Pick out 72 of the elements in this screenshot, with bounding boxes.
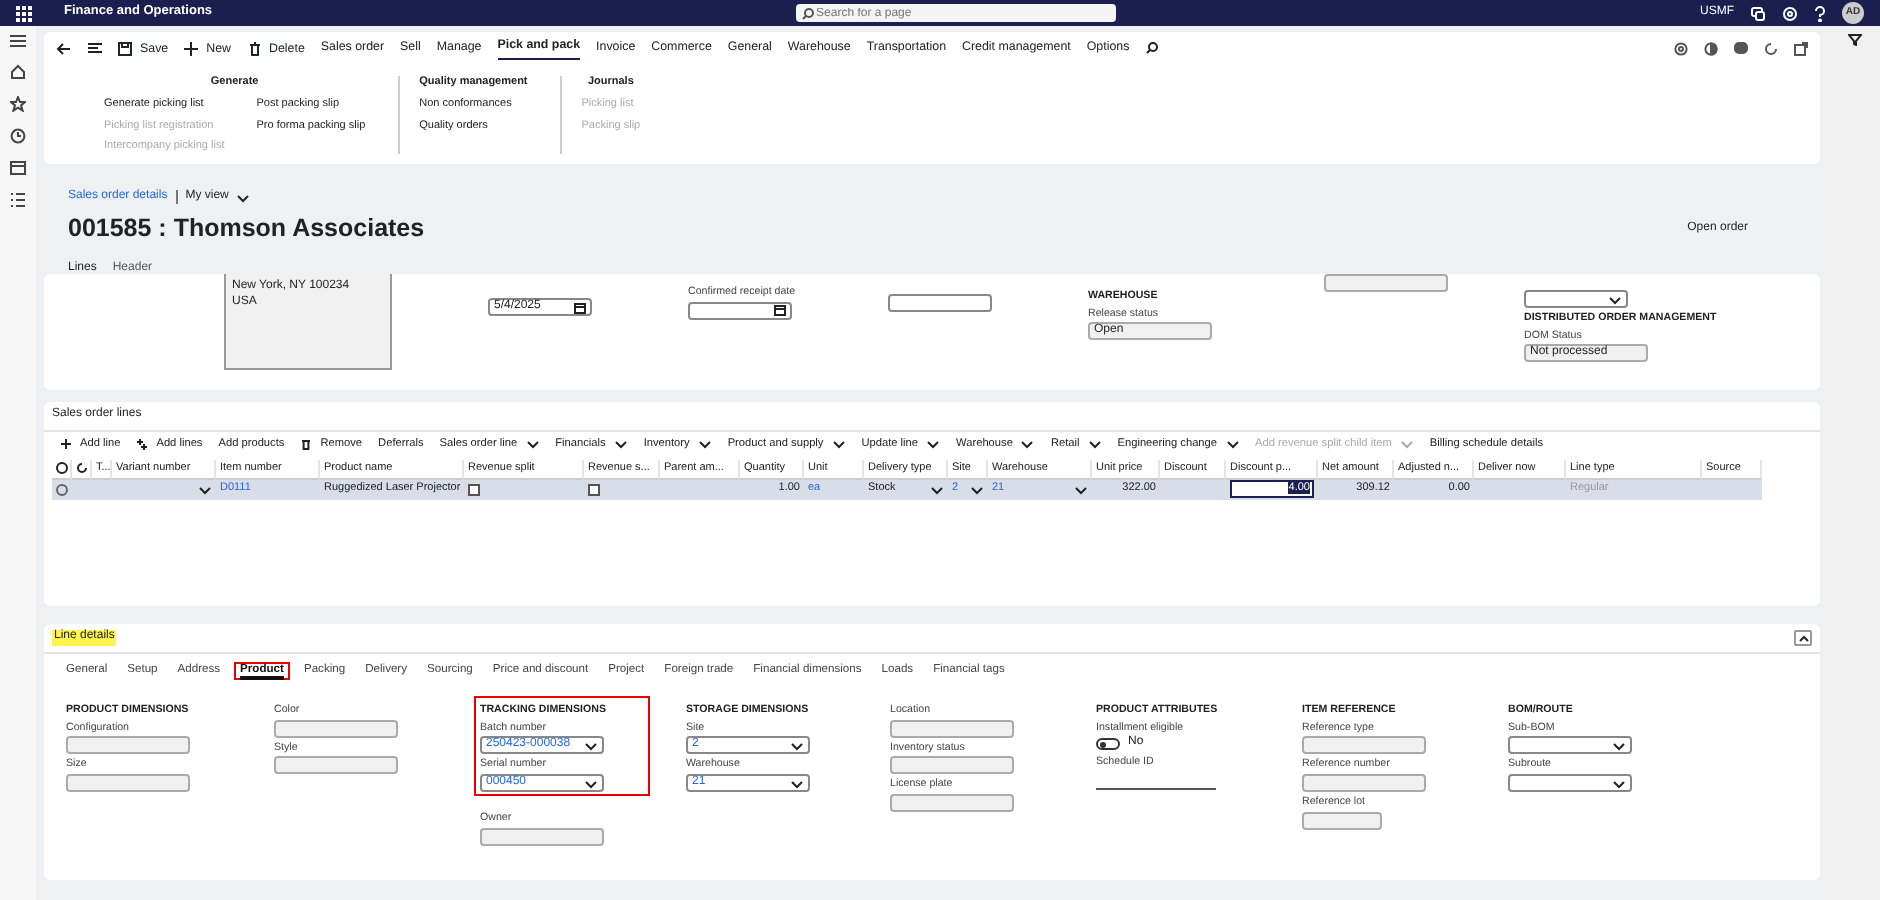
caret-icon xyxy=(926,437,941,450)
caret-icon xyxy=(1074,483,1088,496)
popout-icon[interactable] xyxy=(1794,41,1808,56)
input-field xyxy=(480,827,604,846)
caret-icon xyxy=(1608,293,1622,305)
caret-icon xyxy=(198,483,212,496)
list-icon[interactable] xyxy=(88,42,102,55)
dropdown-field[interactable] xyxy=(1524,290,1628,308)
input-field xyxy=(66,774,190,793)
chevron-up-icon xyxy=(1797,634,1809,642)
checkbox[interactable] xyxy=(468,483,480,496)
caret-icon xyxy=(1225,437,1240,450)
caret-icon xyxy=(1087,437,1102,450)
search-icon[interactable] xyxy=(1145,42,1158,55)
app-launcher-icon[interactable] xyxy=(16,5,32,21)
input-field xyxy=(890,719,1014,738)
toggle-switch[interactable] xyxy=(1096,738,1120,751)
filter-icon[interactable] xyxy=(1847,34,1861,46)
refresh-icon[interactable] xyxy=(1764,41,1778,56)
caret-icon xyxy=(584,777,598,790)
trash-icon xyxy=(247,41,261,56)
select-all-icon[interactable] xyxy=(56,461,68,474)
date-field[interactable] xyxy=(688,301,792,320)
page-title: 001585 : Thomson Associates xyxy=(68,214,425,246)
collapse-button[interactable] xyxy=(1794,630,1812,646)
caret-icon xyxy=(831,437,846,450)
dropdown-field[interactable] xyxy=(1508,774,1632,793)
half-circle-icon[interactable] xyxy=(1704,41,1718,56)
input-field xyxy=(890,794,1014,813)
caret-icon xyxy=(970,483,984,496)
clock-icon[interactable] xyxy=(10,128,26,144)
refresh-icon[interactable] xyxy=(76,461,88,474)
calendar-icon xyxy=(774,304,786,317)
input-field xyxy=(1324,274,1448,292)
plus-icon xyxy=(60,437,72,450)
caret-icon xyxy=(525,437,540,450)
plus-icon xyxy=(184,41,199,56)
input-field xyxy=(66,736,190,755)
dropdown-field[interactable] xyxy=(1508,736,1632,755)
input-field[interactable] xyxy=(888,294,992,312)
caret-icon xyxy=(236,191,251,203)
caret-icon xyxy=(697,437,712,450)
menu-icon[interactable] xyxy=(10,34,26,48)
caret-icon xyxy=(584,739,598,752)
checkbox[interactable] xyxy=(588,483,600,496)
caret-icon xyxy=(790,777,804,790)
caret-icon xyxy=(930,483,944,496)
back-icon[interactable] xyxy=(56,41,72,56)
row-selector[interactable] xyxy=(56,483,68,496)
star-icon[interactable] xyxy=(10,96,26,112)
plus-icon xyxy=(136,437,149,450)
input-field xyxy=(1302,774,1426,793)
trash-icon xyxy=(300,437,313,450)
caret-icon xyxy=(1399,437,1414,450)
modules-icon[interactable] xyxy=(10,192,26,208)
input-field xyxy=(890,756,1014,775)
workspace-icon[interactable] xyxy=(10,160,26,176)
caret-icon xyxy=(613,437,628,450)
calendar-icon xyxy=(574,301,586,313)
input-field xyxy=(274,756,398,775)
input-field xyxy=(1302,811,1382,830)
input-field xyxy=(274,719,398,738)
settings-icon[interactable] xyxy=(1782,5,1799,21)
home-icon[interactable] xyxy=(10,64,26,80)
save-icon xyxy=(118,41,132,56)
caret-icon xyxy=(1612,739,1626,752)
help-icon[interactable] xyxy=(1814,5,1827,21)
caret-icon xyxy=(790,739,804,752)
caret-icon xyxy=(1612,777,1626,790)
caret-icon xyxy=(1020,437,1035,450)
input-field xyxy=(1302,736,1426,755)
search-icon xyxy=(802,7,815,19)
